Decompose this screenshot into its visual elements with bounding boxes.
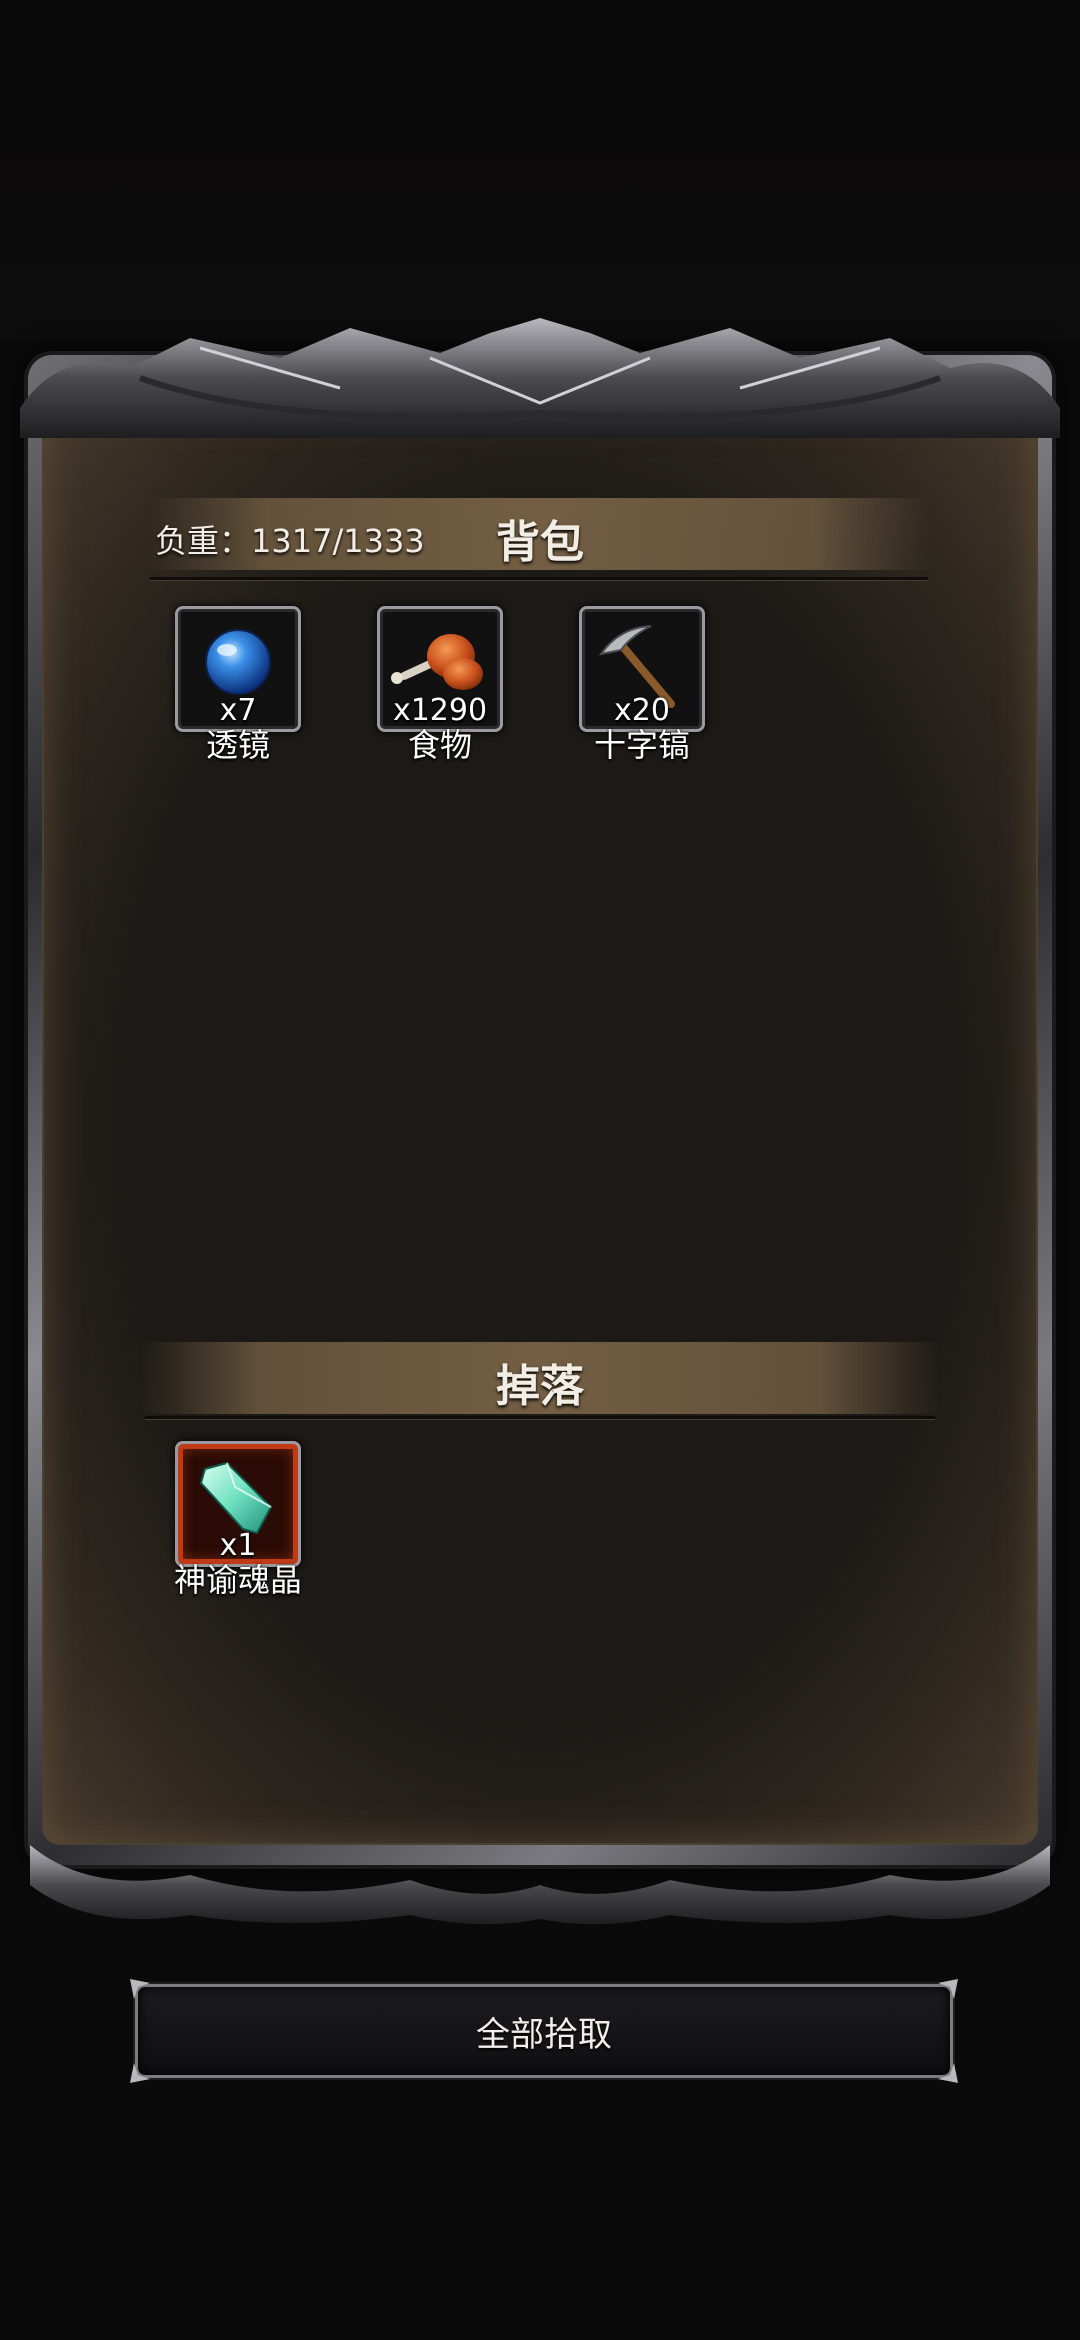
button-corner-ornament [938, 2063, 958, 2083]
backpack-divider [150, 577, 928, 580]
background [0, 0, 1080, 340]
inventory-slot-food[interactable]: x1290 [377, 606, 503, 732]
inventory-slot-lens[interactable]: x7 [175, 606, 301, 732]
pickup-all-button[interactable]: 全部拾取 [130, 1979, 958, 2083]
item-name: 神谕魂晶 [173, 1561, 302, 1599]
item-name: 透镜 [205, 726, 270, 764]
button-corner-ornament [130, 2063, 150, 2083]
frame-crest-top [20, 318, 1060, 438]
drops-divider [145, 1416, 935, 1419]
button-corner-ornament [938, 1979, 958, 1999]
item-name: 十字镐 [593, 726, 690, 764]
button-corner-ornament [130, 1979, 150, 1999]
inventory-slot-pickaxe[interactable]: x20 [579, 606, 705, 732]
pickup-all-label: 全部拾取 [476, 2014, 612, 2055]
drop-slot-crystal[interactable]: x1 [175, 1441, 301, 1567]
frame-crest-bottom [30, 1845, 1050, 1925]
backpack-title: 背包 [496, 517, 584, 568]
item-name: 食物 [407, 726, 472, 764]
weight-label: 负重：1317/1333 [155, 522, 425, 560]
drops-title: 掉落 [496, 1361, 584, 1412]
